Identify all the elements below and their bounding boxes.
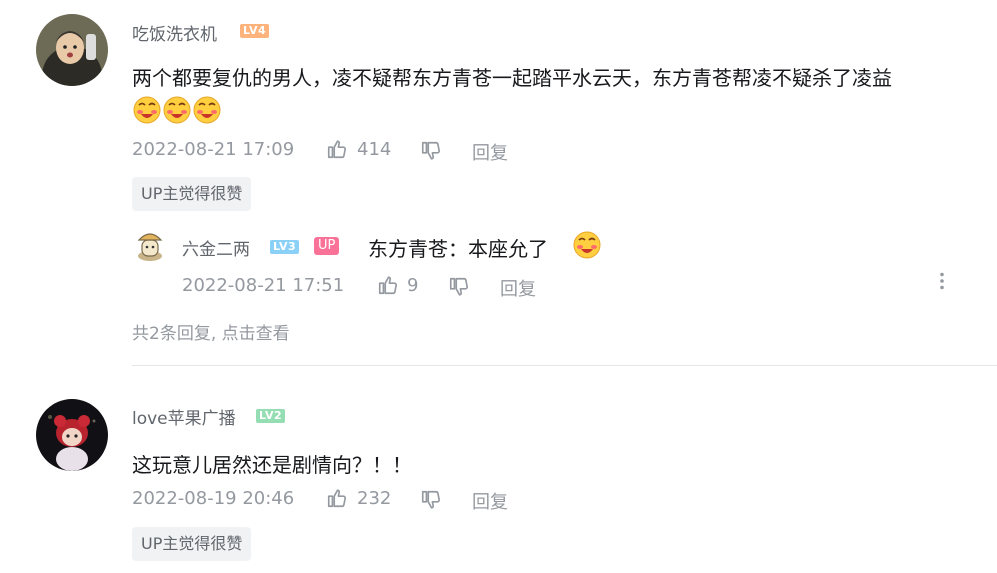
avatar[interactable] xyxy=(36,14,108,86)
blushing-face-emoji xyxy=(133,96,161,124)
reply-text: 东方青苍：本座允了 xyxy=(368,237,548,261)
thumb-up-icon[interactable] xyxy=(326,138,348,160)
comment-username[interactable]: 吃饭洗衣机 xyxy=(132,20,217,45)
blushing-face-emoji xyxy=(573,231,601,259)
like-count: 232 xyxy=(357,488,392,509)
reply-button[interactable]: 回复 xyxy=(472,488,508,514)
thumb-down-icon[interactable] xyxy=(420,489,442,511)
reply-username[interactable]: 六金二两 xyxy=(182,235,250,260)
avatar-image xyxy=(36,14,108,86)
thumb-up-icon[interactable] xyxy=(326,487,348,509)
like-count: 414 xyxy=(357,139,392,160)
blushing-face-emoji xyxy=(193,96,221,124)
reply-timestamp: 2022-08-21 17:51 xyxy=(182,275,345,296)
thumb-down-icon[interactable] xyxy=(420,140,442,162)
comment-timestamp: 2022-08-19 20:46 xyxy=(132,488,295,509)
level-badge: LV2 xyxy=(256,409,286,423)
comment-text: 两个都要复仇的男人，凌不疑帮东方青苍一起踏平水云天，东方青苍帮凌不疑杀了凌益 xyxy=(132,66,892,90)
reply-avatar[interactable] xyxy=(132,226,168,262)
blushing-face-emoji xyxy=(163,96,191,124)
like-count: 9 xyxy=(407,275,419,296)
thumb-up-icon[interactable] xyxy=(377,274,399,296)
more-vertical-icon[interactable] xyxy=(932,271,952,291)
avatar-image xyxy=(36,399,108,471)
reply-avatar-image xyxy=(137,233,163,261)
level-badge: LV4 xyxy=(240,24,270,38)
view-replies-link[interactable]: 共2条回复, 点击查看 xyxy=(132,319,290,344)
up-liked-badge: UP主觉得很赞 xyxy=(132,177,252,211)
up-tag: UP xyxy=(314,237,340,255)
avatar[interactable] xyxy=(36,399,108,471)
comment-timestamp: 2022-08-21 17:09 xyxy=(132,139,295,160)
comment-divider xyxy=(132,365,997,366)
level-badge: LV3 xyxy=(270,240,300,254)
up-liked-badge: UP主觉得很赞 xyxy=(132,527,252,561)
comment-username[interactable]: love苹果广播 xyxy=(132,404,236,429)
reply-button[interactable]: 回复 xyxy=(500,275,536,301)
thumb-down-icon[interactable] xyxy=(448,276,470,298)
comment-text: 这玩意儿居然还是剧情向？！！ xyxy=(132,453,412,477)
reply-button[interactable]: 回复 xyxy=(472,139,508,165)
